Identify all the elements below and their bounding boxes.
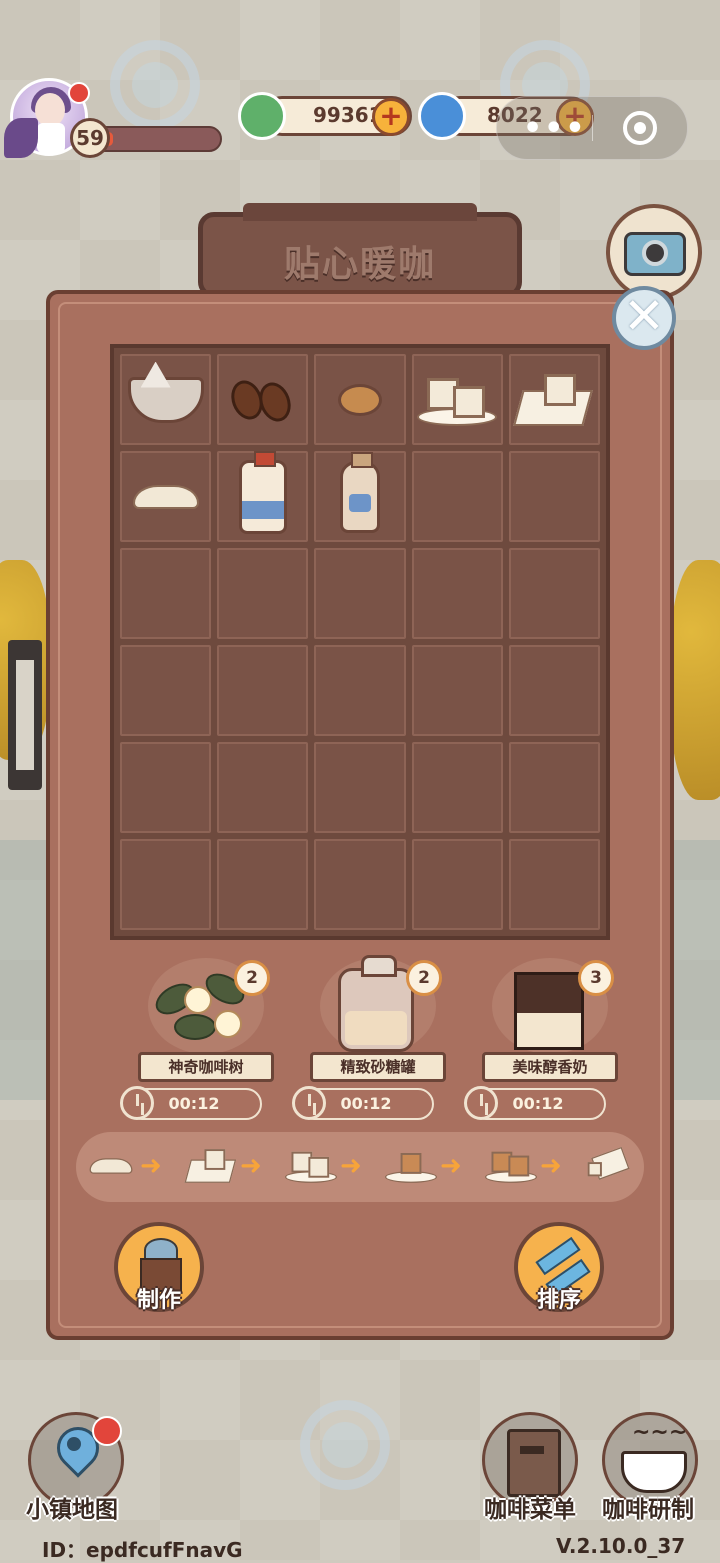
generator-count-badge: 2 — [406, 960, 442, 996]
make-label: 制作 — [136, 1288, 181, 1313]
clock-icon — [292, 1086, 326, 1120]
swirl-icon — [418, 92, 466, 140]
sort-button[interactable]: 排序 — [514, 1222, 604, 1313]
map-pin-icon — [53, 1427, 97, 1483]
generator-label: 神奇咖啡树 — [138, 1052, 274, 1082]
inventory-slot[interactable] — [217, 839, 309, 930]
merge-chain-item — [586, 1146, 636, 1186]
inventory-slot[interactable] — [411, 839, 503, 930]
close-miniprogram-icon[interactable] — [623, 111, 657, 145]
merge-chain-item — [285, 1146, 337, 1186]
milk-carton-icon — [514, 972, 584, 1050]
inventory-slot[interactable] — [217, 354, 309, 445]
inventory-slot[interactable] — [508, 645, 600, 736]
sugar-jar-icon — [338, 955, 414, 1052]
notification-dot — [68, 82, 90, 104]
sugar-cube-paper-icon — [513, 373, 594, 426]
leaf-icon — [238, 92, 286, 140]
brown-sugar-cube-icon — [385, 1149, 437, 1183]
tree-decoration — [670, 560, 720, 800]
mini-program-capsule: ••• — [496, 96, 688, 160]
generator-count-badge: 2 — [234, 960, 270, 996]
merge-chain: ➜ ➜ ➜ ➜ ➜ — [76, 1132, 644, 1202]
sugar-cubes-plate-icon — [417, 374, 498, 426]
sun-decoration — [300, 1400, 390, 1490]
inventory-slot[interactable] — [314, 839, 406, 930]
inventory-slot[interactable] — [411, 354, 503, 445]
inventory-slot[interactable] — [120, 354, 212, 445]
town-map-label[interactable]: 小镇地图 — [26, 1490, 118, 1524]
milk-bottle-icon — [339, 451, 380, 533]
hot-coffee-icon — [621, 1420, 687, 1493]
inventory-slot[interactable] — [508, 839, 600, 930]
inventory-slot[interactable] — [120, 451, 212, 542]
sugar-cube-paper-icon — [184, 1149, 237, 1183]
sugar-powder-icon — [132, 484, 199, 509]
arrow-right-icon: ➜ — [440, 1151, 462, 1181]
clock-icon — [464, 1086, 498, 1120]
inventory-slot[interactable] — [508, 742, 600, 833]
coffee-menu-label[interactable]: 咖啡菜单 — [484, 1490, 576, 1524]
inventory-slot[interactable] — [217, 645, 309, 736]
inventory-slot[interactable] — [411, 548, 503, 639]
inventory-slot[interactable] — [508, 354, 600, 445]
player-id: ID：epdfcufFnavG — [42, 1538, 243, 1562]
lantern-decoration — [8, 640, 42, 790]
inventory-slot[interactable] — [508, 548, 600, 639]
arrow-right-icon: ➜ — [540, 1151, 562, 1181]
inventory-slot[interactable] — [314, 548, 406, 639]
inventory-slot[interactable] — [411, 645, 503, 736]
window-title: 贴心暖咖 — [283, 244, 436, 285]
arrow-right-icon: ➜ — [240, 1151, 262, 1181]
camera-button[interactable] — [606, 204, 702, 300]
coffee-research-label[interactable]: 咖啡研制 — [602, 1490, 694, 1524]
dark-coffee-beans-icon — [225, 375, 296, 426]
clock-icon — [120, 1086, 154, 1120]
inventory-slot[interactable] — [120, 645, 212, 736]
close-button[interactable]: ✕ — [612, 286, 676, 350]
more-options-icon[interactable]: ••• — [523, 111, 587, 146]
sugar-cubes-plate-icon — [285, 1149, 337, 1183]
inventory-slot[interactable] — [411, 742, 503, 833]
merge-chain-item — [385, 1146, 437, 1186]
inventory-slot[interactable] — [411, 451, 503, 542]
arrow-right-icon: ➜ — [340, 1151, 362, 1181]
merge-chain-item — [86, 1146, 136, 1186]
inventory-slot[interactable] — [314, 354, 406, 445]
sugar-powder-icon — [89, 1158, 133, 1174]
merge-chain-item — [184, 1146, 237, 1186]
arrow-right-icon: ➜ — [140, 1151, 162, 1181]
inventory-slot[interactable] — [314, 451, 406, 542]
milk-jug-icon — [238, 450, 287, 534]
version-label: V.2.10.0_37 — [556, 1534, 686, 1558]
generator-label: 精致砂糖罐 — [310, 1052, 446, 1082]
add-leaf-button[interactable]: + — [372, 98, 410, 136]
inventory-grid — [110, 344, 610, 940]
brown-sugar-cubes-plate-icon — [485, 1149, 537, 1183]
merge-chain-item — [485, 1146, 537, 1186]
butterfly-icon — [4, 118, 38, 158]
inventory-slot[interactable] — [217, 450, 309, 542]
notification-dot — [92, 1416, 122, 1446]
sun-decoration — [110, 40, 200, 130]
inventory-slot[interactable] — [314, 645, 406, 736]
inventory-slot[interactable] — [120, 742, 212, 833]
window-title-plaque: 贴心暖咖 — [198, 203, 522, 298]
generator-label: 美味醇香奶 — [482, 1052, 618, 1082]
inventory-slot[interactable] — [120, 548, 212, 639]
player-level: 59 — [70, 118, 110, 158]
sugar-packet-icon — [585, 1146, 637, 1183]
menu-book-icon — [507, 1429, 561, 1497]
coffee-cup-icon — [127, 376, 204, 423]
inventory-slot[interactable] — [508, 451, 600, 542]
inventory-slot[interactable] — [314, 742, 406, 833]
inventory-slot[interactable] — [217, 548, 309, 639]
coffee-bean-icon — [337, 383, 382, 416]
make-button[interactable]: 制作 — [114, 1222, 204, 1313]
generator-count-badge: 3 — [578, 960, 614, 996]
inventory-slot[interactable] — [120, 839, 212, 930]
inventory-slot[interactable] — [217, 742, 309, 833]
sort-label: 排序 — [536, 1288, 581, 1313]
